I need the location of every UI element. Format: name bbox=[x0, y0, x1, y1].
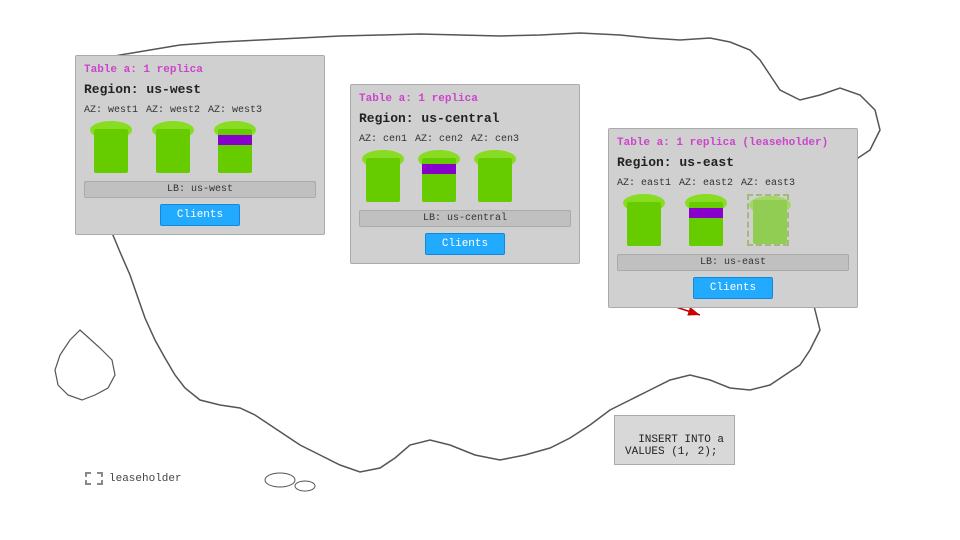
central-az3-cylinder bbox=[474, 150, 516, 202]
west-az2-label: AZ: west2 bbox=[146, 105, 200, 116]
legend-leaseholder-box bbox=[85, 472, 103, 485]
sql-text: INSERT INTO a VALUES (1, 2); bbox=[625, 434, 724, 458]
sql-box: INSERT INTO a VALUES (1, 2); bbox=[614, 415, 735, 465]
central-az1-cylinder bbox=[362, 150, 404, 202]
west-az2-node: AZ: west2 bbox=[146, 105, 200, 173]
east-replica-text: Table a: 1 replica (leaseholder) bbox=[617, 137, 828, 149]
east-region-name: Region: us-east bbox=[617, 155, 849, 170]
legend-label: leaseholder bbox=[109, 473, 182, 485]
west-az3-leaseholder bbox=[218, 135, 252, 145]
west-region-panel: Table a: 1 replica Region: us-west AZ: w… bbox=[75, 55, 325, 235]
west-az2-cylinder bbox=[152, 121, 194, 173]
west-az1-cylinder bbox=[90, 121, 132, 173]
west-clients-button[interactable]: Clients bbox=[160, 204, 240, 226]
central-az1-label: AZ: cen1 bbox=[359, 134, 407, 145]
central-replica-label: Table a: 1 replica bbox=[359, 93, 571, 105]
central-az3-label: AZ: cen3 bbox=[471, 134, 519, 145]
central-az-row: AZ: cen1 AZ: cen2 AZ: cen3 bbox=[359, 134, 571, 202]
central-az1-cyl-body bbox=[366, 158, 400, 202]
central-az2-cylinder bbox=[418, 150, 460, 202]
west-az1-cyl-body bbox=[94, 129, 128, 173]
west-az1-label: AZ: west1 bbox=[84, 105, 138, 116]
east-az1-cylinder bbox=[623, 194, 665, 246]
east-az2-node: AZ: east2 bbox=[679, 178, 733, 246]
east-lb: LB: us-east bbox=[617, 254, 849, 271]
central-az3-node: AZ: cen3 bbox=[471, 134, 519, 202]
east-az2-label: AZ: east2 bbox=[679, 178, 733, 189]
east-az3-cyl-body bbox=[753, 200, 787, 244]
central-region-name: Region: us-central bbox=[359, 111, 571, 126]
west-az3-cylinder bbox=[214, 121, 256, 173]
east-region-panel: Table a: 1 replica (leaseholder) Region:… bbox=[608, 128, 858, 308]
east-replica-label: Table a: 1 replica (leaseholder) bbox=[617, 137, 849, 149]
west-replica-text: Table a: 1 replica bbox=[84, 64, 203, 76]
east-az1-cyl-body bbox=[627, 202, 661, 246]
central-az2-node: AZ: cen2 bbox=[415, 134, 463, 202]
east-az2-leaseholder bbox=[689, 208, 723, 218]
west-az3-label: AZ: west3 bbox=[208, 105, 262, 116]
central-az1-node: AZ: cen1 bbox=[359, 134, 407, 202]
legend: leaseholder bbox=[85, 472, 182, 485]
central-region-panel: Table a: 1 replica Region: us-central AZ… bbox=[350, 84, 580, 264]
central-lb: LB: us-central bbox=[359, 210, 571, 227]
central-az3-cyl-body bbox=[478, 158, 512, 202]
east-az2-cylinder bbox=[685, 194, 727, 246]
west-region-name: Region: us-west bbox=[84, 82, 316, 97]
east-clients-button[interactable]: Clients bbox=[693, 277, 773, 299]
west-az2-cyl-body bbox=[156, 129, 190, 173]
east-az-row: AZ: east1 AZ: east2 AZ: east3 bbox=[617, 178, 849, 246]
east-az1-label: AZ: east1 bbox=[617, 178, 671, 189]
west-lb: LB: us-west bbox=[84, 181, 316, 198]
west-az1-node: AZ: west1 bbox=[84, 105, 138, 173]
east-az3-label: AZ: east3 bbox=[741, 178, 795, 189]
central-clients-button[interactable]: Clients bbox=[425, 233, 505, 255]
west-az3-node: AZ: west3 bbox=[208, 105, 262, 173]
central-replica-text: Table a: 1 replica bbox=[359, 93, 478, 105]
west-replica-label: Table a: 1 replica bbox=[84, 64, 316, 76]
east-az1-node: AZ: east1 bbox=[617, 178, 671, 246]
west-az-row: AZ: west1 AZ: west2 AZ: west3 bbox=[84, 105, 316, 173]
central-az2-leaseholder bbox=[422, 164, 456, 174]
east-az3-cylinder bbox=[747, 194, 789, 246]
east-az3-node: AZ: east3 bbox=[741, 178, 795, 246]
central-az2-label: AZ: cen2 bbox=[415, 134, 463, 145]
